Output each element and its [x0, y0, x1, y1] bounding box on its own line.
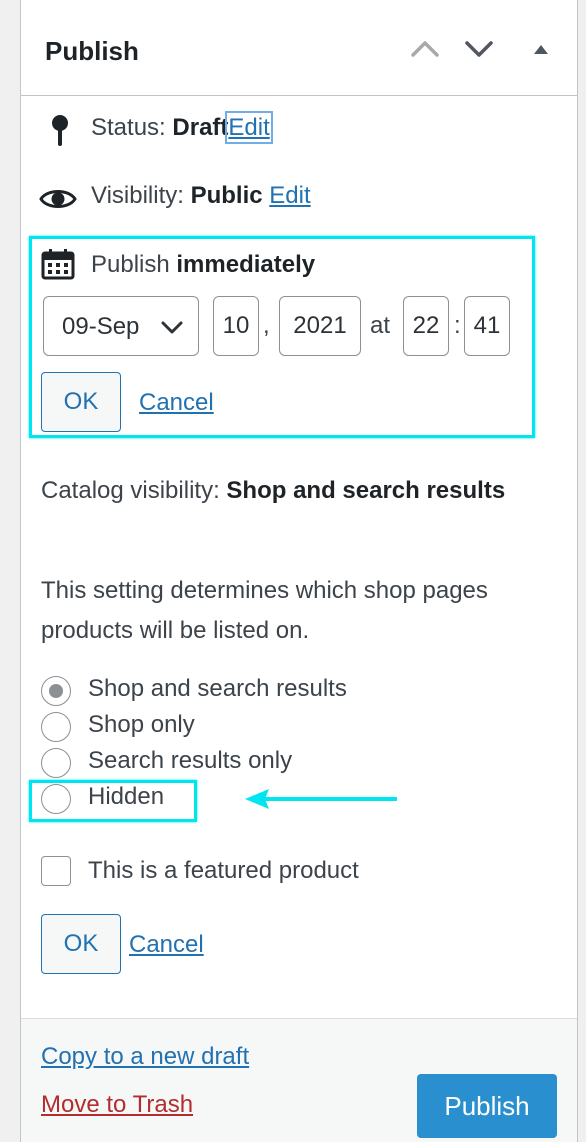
radio-button[interactable]	[41, 748, 71, 778]
featured-checkbox[interactable]	[41, 856, 71, 886]
move-down-button[interactable]	[461, 34, 497, 64]
catalog-cancel-link[interactable]: Cancel	[129, 931, 204, 959]
copy-to-draft-link[interactable]: Copy to a new draft	[41, 1043, 249, 1071]
status-row: Status: DraftEdit	[91, 111, 273, 144]
catalog-visibility-value: Shop and search results	[226, 477, 506, 504]
page-title: Publish	[45, 36, 139, 66]
radio-button[interactable]	[41, 712, 71, 742]
visibility-row: Visibility: Public Edit	[91, 182, 311, 210]
catalog-visibility-label: Catalog visibility:	[41, 477, 220, 504]
publish-button[interactable]: Publish	[417, 1074, 557, 1138]
triangle-up-icon	[534, 45, 548, 54]
radio-label: Search results only	[88, 747, 293, 774]
catalog-ok-button[interactable]: OK	[41, 914, 121, 974]
visibility-edit-link[interactable]: Edit	[269, 182, 310, 209]
calendar-icon	[41, 249, 75, 280]
month-value: 09-Sep	[62, 313, 140, 340]
radio-button[interactable]	[41, 676, 71, 706]
year-input[interactable]: 2021	[279, 296, 361, 356]
chevron-down-icon	[161, 321, 183, 334]
month-select[interactable]: 09-Sep	[43, 296, 199, 356]
publish-box-header: Publish	[21, 0, 577, 96]
catalog-description: This setting determines which shop pages…	[41, 577, 488, 644]
chevron-down-icon	[465, 41, 493, 57]
status-value: Draft	[172, 114, 229, 141]
at-label: at	[370, 312, 391, 339]
toggle-panel-button[interactable]	[523, 34, 559, 64]
featured-label: This is a featured product	[88, 857, 359, 884]
status-label: Status:	[91, 114, 166, 141]
schedule-cancel-link[interactable]: Cancel	[139, 389, 214, 417]
schedule-value: immediately	[176, 251, 316, 278]
status-edit-link[interactable]: Edit	[225, 111, 273, 144]
catalog-visibility-heading: Catalog visibility: Shop and search resu…	[41, 473, 541, 509]
eye-icon	[39, 190, 77, 208]
hour-input[interactable]: 22	[403, 296, 449, 356]
move-to-trash-link[interactable]: Move to Trash	[41, 1091, 193, 1119]
schedule-ok-button[interactable]: OK	[41, 372, 121, 432]
publish-footer: Copy to a new draft Move to Trash Publis…	[21, 1018, 577, 1142]
arrow-left-icon	[245, 789, 397, 809]
pin-icon	[52, 115, 68, 146]
minute-input[interactable]: 41	[464, 296, 510, 356]
visibility-value: Public	[190, 182, 263, 209]
schedule-label: Publish	[91, 251, 170, 278]
visibility-label: Visibility:	[91, 182, 184, 209]
schedule-row: Publish immediately	[91, 251, 315, 279]
date-comma: ,	[263, 312, 270, 339]
chevron-up-icon	[411, 41, 439, 57]
publish-box: Publish Status: DraftEdit Visibility: Pu…	[20, 0, 578, 1142]
radio-label: Shop only	[88, 711, 195, 738]
radio-label: Shop and search results	[88, 675, 347, 702]
move-up-button[interactable]	[407, 34, 443, 64]
day-input[interactable]: 10	[213, 296, 259, 356]
hidden-option-highlight	[29, 780, 197, 822]
time-colon: :	[454, 312, 461, 339]
